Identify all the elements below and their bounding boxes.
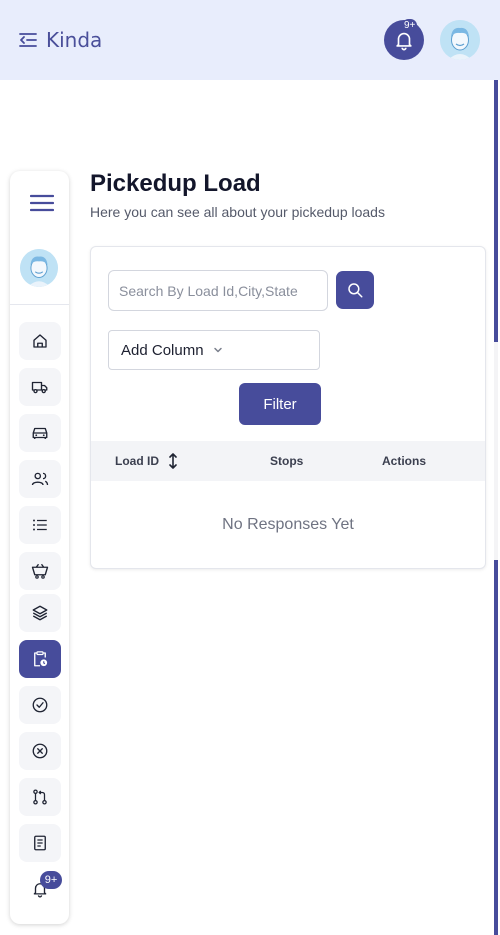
- x-circle-icon: [32, 743, 48, 759]
- column-header-load-id[interactable]: Load ID: [115, 454, 159, 468]
- add-column-label: Add Column: [121, 341, 204, 359]
- filter-button[interactable]: Filter: [239, 383, 321, 425]
- scrollbar-thumb[interactable]: [494, 80, 498, 342]
- sidebar-item-vehicles[interactable]: [19, 414, 61, 452]
- sidebar-item-routes[interactable]: [19, 778, 61, 816]
- sidebar-item-completed[interactable]: [19, 686, 61, 724]
- table-header: Load ID Stops Actions: [91, 441, 485, 481]
- search-input[interactable]: [108, 270, 328, 311]
- page-title: Pickedup Load: [90, 170, 261, 197]
- layers-icon: [32, 605, 48, 621]
- sidebar-item-users[interactable]: [19, 460, 61, 498]
- sort-icon[interactable]: [168, 453, 178, 469]
- user-avatar-icon: [20, 249, 58, 287]
- search-button[interactable]: [336, 271, 374, 309]
- sidebar-divider: [10, 304, 69, 305]
- search-icon: [348, 283, 363, 298]
- chevron-down-icon: [213, 347, 222, 353]
- sidebar-item-list[interactable]: [19, 506, 61, 544]
- car-icon: [32, 427, 48, 439]
- sidebar-avatar[interactable]: [20, 249, 58, 287]
- menu-collapse-icon[interactable]: [18, 30, 38, 50]
- users-icon: [31, 472, 49, 486]
- truck-icon: [31, 381, 48, 394]
- brand[interactable]: Kinda: [18, 28, 102, 52]
- sidebar-notification-badge: 9+: [40, 871, 62, 889]
- sidebar-item-pickedup-load[interactable]: [19, 640, 61, 678]
- brand-name: Kinda: [46, 28, 103, 52]
- column-header-actions: Actions: [382, 454, 427, 468]
- scrollbar-thumb[interactable]: [494, 560, 498, 935]
- column-header-stops: Stops: [270, 454, 304, 468]
- sidebar-item-documents[interactable]: [19, 824, 61, 862]
- document-icon: [34, 835, 46, 851]
- top-bar: Kinda 9+: [0, 0, 500, 80]
- cart-icon: [31, 563, 49, 579]
- clipboard-clock-icon: [34, 651, 48, 667]
- sidebar-item-cart[interactable]: [19, 552, 61, 590]
- sidebar-item-layers[interactable]: [19, 594, 61, 632]
- loads-card: Add Column Filter Load ID Stops Actions …: [90, 246, 486, 569]
- home-icon: [33, 334, 47, 348]
- avatar[interactable]: [440, 20, 480, 60]
- sidebar-item-home[interactable]: [19, 322, 61, 360]
- sidebar-item-trucks[interactable]: [19, 368, 61, 406]
- user-avatar-icon: [440, 20, 480, 60]
- bell-icon: [396, 32, 412, 51]
- hamburger-menu-icon[interactable]: [30, 194, 54, 212]
- sidebar-item-cancelled[interactable]: [19, 732, 61, 770]
- list-icon: [33, 519, 47, 531]
- notification-badge: 9+: [402, 19, 418, 32]
- add-column-dropdown[interactable]: Add Column: [108, 330, 320, 370]
- check-circle-icon: [32, 697, 48, 713]
- page-subtitle: Here you can see all about your pickedup…: [90, 204, 385, 220]
- git-pull-icon: [33, 789, 47, 805]
- sidebar: 9+: [10, 171, 69, 924]
- empty-state-text: No Responses Yet: [222, 516, 354, 533]
